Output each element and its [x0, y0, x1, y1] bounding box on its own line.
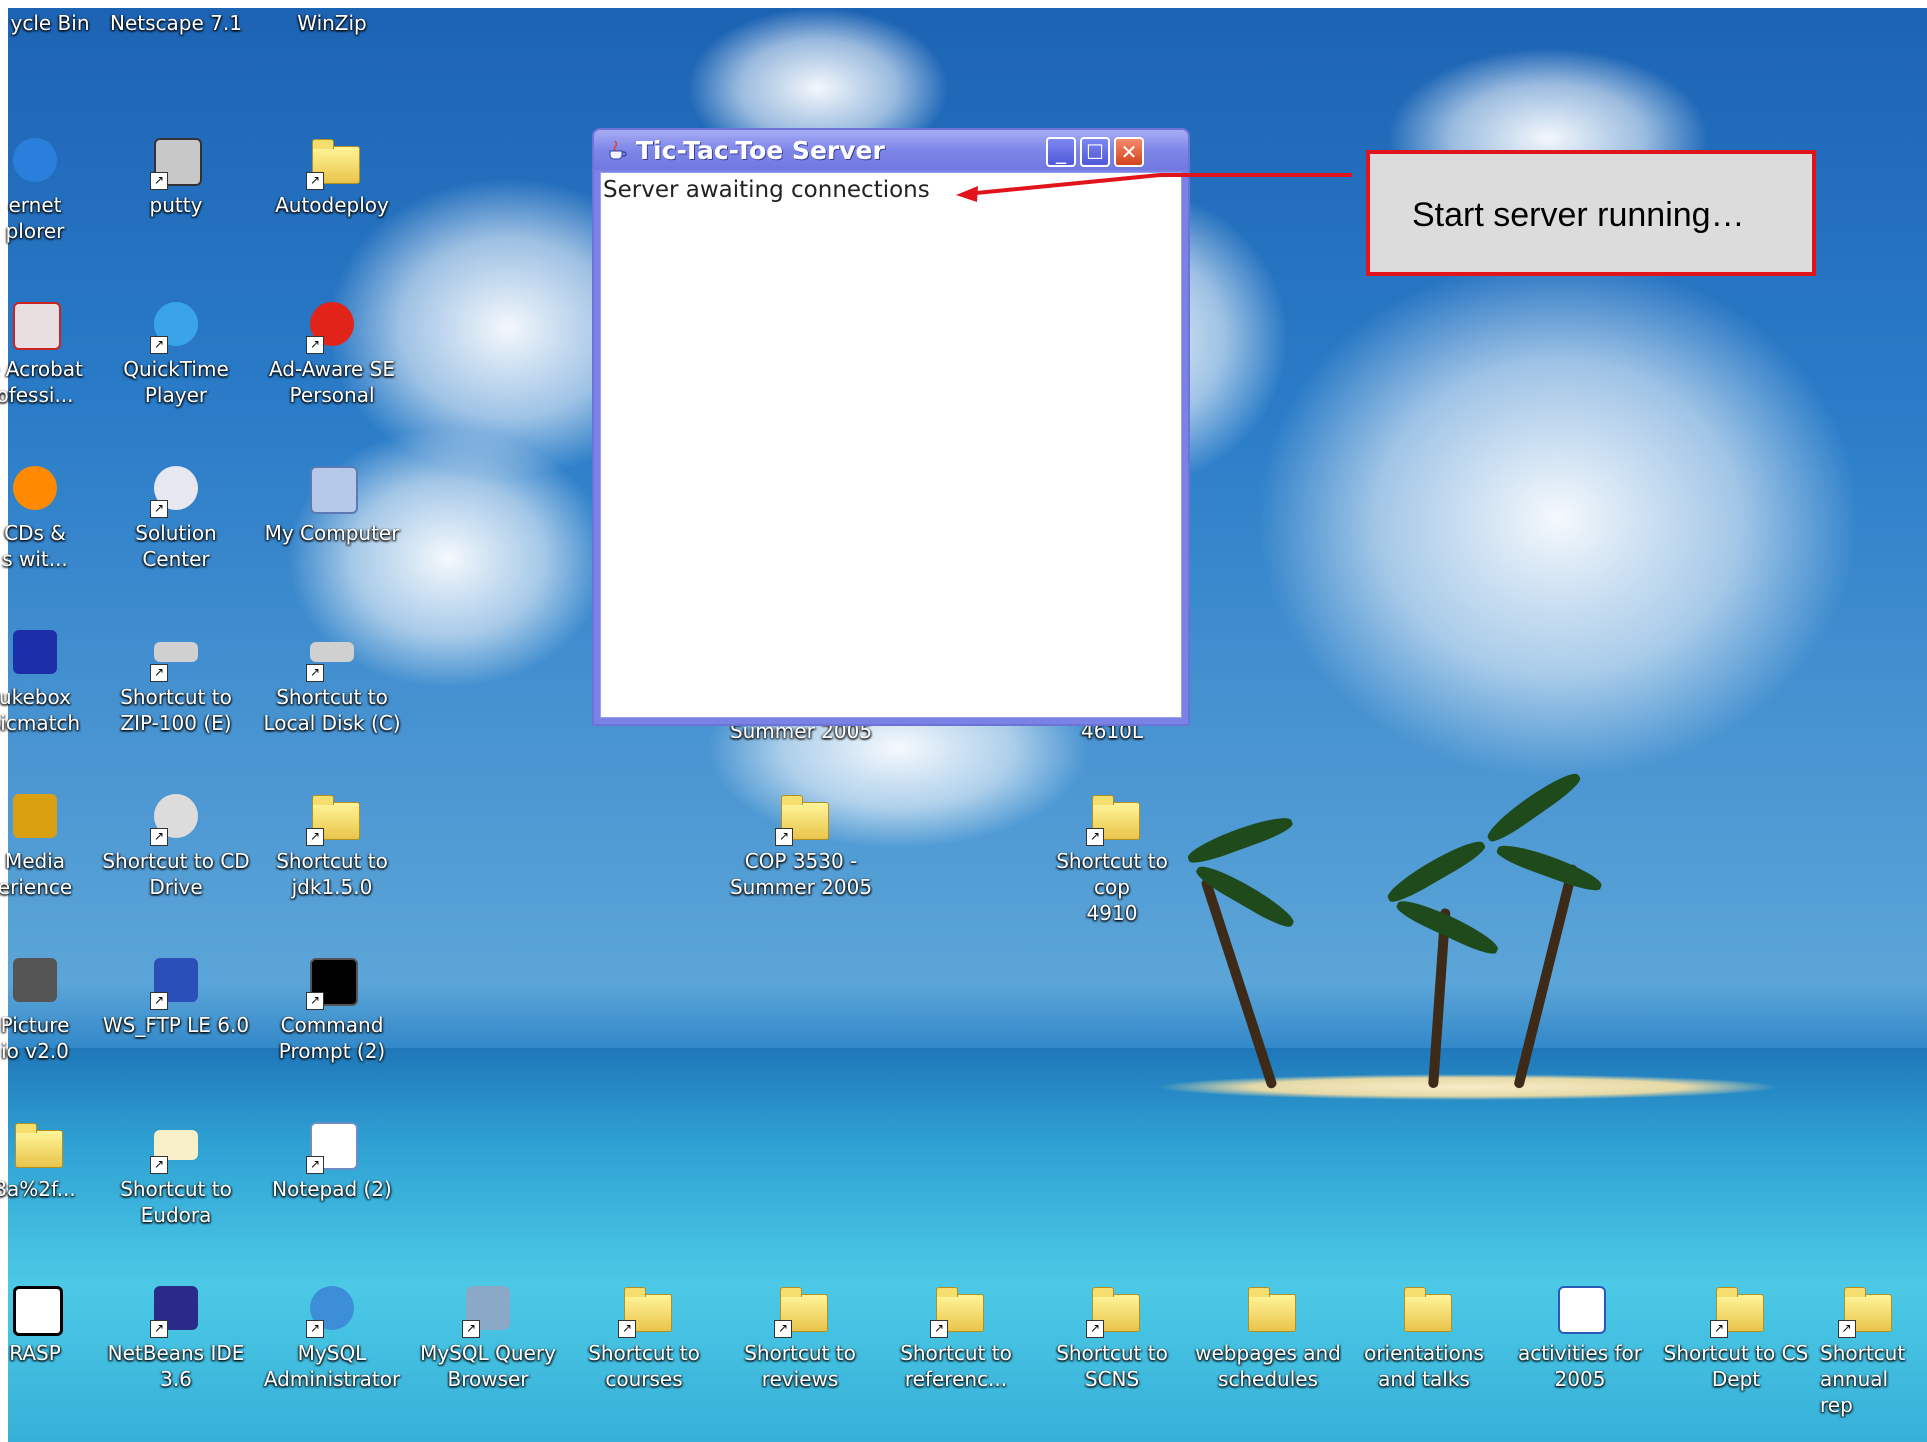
folder-icon: ↗	[1082, 1280, 1142, 1340]
cd-drive-icon: ↗	[146, 788, 206, 848]
desktop-icon-rasp[interactable]: RASP	[0, 1280, 110, 1366]
dell-media-icon	[5, 788, 65, 848]
folder-icon: ↗	[926, 1280, 986, 1340]
envelope-icon: ↗	[146, 1116, 206, 1176]
quicktime-icon: ↗	[146, 296, 206, 356]
camera-icon	[5, 952, 65, 1012]
annotation-text: Start server running…	[1412, 196, 1745, 234]
drive-icon: ↗	[146, 624, 206, 684]
folder-icon: ↗	[770, 1280, 830, 1340]
folder-icon: ↗	[302, 132, 362, 192]
desktop-icon-command-prompt[interactable]: ↗ Command Prompt (2)	[257, 952, 407, 1064]
desktop-icon-cop-3530[interactable]: ↗ COP 3530 - Summer 2005	[726, 788, 876, 900]
folder-icon: ↗	[302, 788, 362, 848]
desktop-icon-my-computer[interactable]: My Computer	[257, 460, 407, 546]
desktop-icon-cds[interactable]: CDs & s wit...	[0, 460, 110, 572]
desktop-icon-winzip[interactable]: WinZip	[257, 10, 407, 36]
desktop-icon-references[interactable]: ↗ Shortcut to referenc...	[881, 1280, 1031, 1392]
desktop-icon-picture-studio[interactable]: Picture io v2.0	[0, 952, 110, 1064]
window-title: Tic-Tac-Toe Server	[636, 136, 885, 165]
desktop-icon-mysql-admin[interactable]: ↗ MySQL Administrator	[257, 1280, 407, 1392]
desktop-icon-zip-drive[interactable]: ↗ Shortcut to ZIP-100 (E)	[101, 624, 251, 736]
folder-icon: ↗	[771, 788, 831, 848]
desktop-icon-putty[interactable]: ↗ putty	[101, 132, 251, 218]
folder-icon	[5, 1116, 65, 1176]
desktop-icon-activities[interactable]: activities for 2005	[1505, 1280, 1655, 1392]
desktop-icon-ad-aware[interactable]: ↗ Ad-Aware SE Personal	[257, 296, 407, 408]
internet-explorer-icon	[5, 132, 65, 192]
computer-icon	[302, 460, 362, 520]
desktop-icon-netbeans[interactable]: ↗ NetBeans IDE 3.6	[101, 1280, 251, 1392]
command-prompt-icon: ↗	[302, 952, 362, 1012]
desktop-icon-courses[interactable]: ↗ Shortcut to courses	[569, 1280, 719, 1392]
minimize-button[interactable]: _	[1046, 137, 1076, 167]
desktop-icon-annual-report[interactable]: ↗ Shortcut annual rep	[1800, 1280, 1927, 1418]
jukebox-icon	[5, 624, 65, 684]
desktop-icon-internet-explorer[interactable]: ernet plorer	[0, 132, 110, 244]
notepad-icon: ↗	[302, 1116, 362, 1176]
close-button[interactable]: ✕	[1114, 137, 1144, 167]
desktop-icon-cop-4910[interactable]: ↗ Shortcut to cop 4910	[1037, 788, 1187, 926]
desktop-icon-jdk[interactable]: ↗ Shortcut to jdk1.5.0	[257, 788, 407, 900]
maximize-button[interactable]: ☐	[1080, 137, 1110, 167]
rasp-icon	[5, 1280, 65, 1340]
desktop-icon-url[interactable]: 3a%2f...	[0, 1116, 110, 1202]
window-titlebar[interactable]: Tic-Tac-Toe Server _ ☐ ✕	[594, 130, 1188, 170]
desktop-icon-solution-center[interactable]: ↗ Solution Center	[101, 460, 251, 572]
server-status-text: Server awaiting connections	[603, 177, 930, 203]
folder-icon: ↗	[614, 1280, 674, 1340]
desktop-icon-local-disk[interactable]: ↗ Shortcut to Local Disk (C)	[257, 624, 407, 736]
desktop-icon-reviews[interactable]: ↗ Shortcut to reviews	[725, 1280, 875, 1392]
desktop-icon-eudora[interactable]: ↗ Shortcut to Eudora	[101, 1116, 251, 1228]
desktop-icon-mysql-query-browser[interactable]: ↗ MySQL Query Browser	[413, 1280, 563, 1392]
desktop-icon-media-experience[interactable]: Media erience	[0, 788, 110, 900]
desktop-icon-acrobat[interactable]: e Acrobat ofessi...	[0, 296, 110, 408]
desktop-icon-notepad[interactable]: ↗ Notepad (2)	[257, 1116, 407, 1202]
desktop-icon-webpages[interactable]: webpages and schedules	[1193, 1280, 1343, 1392]
desktop-icon-cd-drive[interactable]: ↗ Shortcut to CD Drive	[101, 788, 251, 900]
desktop-icon-quicktime[interactable]: ↗ QuickTime Player	[101, 296, 251, 408]
desktop-icon-orientations[interactable]: orientations and talks	[1349, 1280, 1499, 1392]
mysql-admin-icon: ↗	[302, 1280, 362, 1340]
annotation-callout: Start server running…	[1366, 150, 1816, 276]
desktop-icon-scns[interactable]: ↗ Shortcut to SCNS	[1037, 1280, 1187, 1392]
folder-icon: ↗	[1834, 1280, 1894, 1340]
desktop-icon-autodeploy[interactable]: ↗ Autodeploy	[257, 132, 407, 218]
netbeans-icon: ↗	[146, 1280, 206, 1340]
mysql-query-icon: ↗	[458, 1280, 518, 1340]
word-document-icon	[1550, 1280, 1610, 1340]
ftp-icon: ↗	[146, 952, 206, 1012]
folder-icon: ↗	[1706, 1280, 1766, 1340]
cd-burner-icon	[5, 460, 65, 520]
folder-icon	[1394, 1280, 1454, 1340]
putty-icon: ↗	[146, 132, 206, 192]
ad-aware-icon: ↗	[302, 296, 362, 356]
desktop-icon-jukebox[interactable]: ukebox sicmatch	[0, 624, 110, 736]
desktop-icon-cs-dept[interactable]: ↗ Shortcut to CS Dept	[1661, 1280, 1811, 1392]
desktop-icon-netscape[interactable]: Netscape 7.1	[101, 10, 251, 36]
server-output-area[interactable]: Server awaiting connections	[600, 172, 1182, 718]
folder-icon: ↗	[1082, 788, 1142, 848]
dell-icon: ↗	[146, 460, 206, 520]
desktop-icon-ws-ftp[interactable]: ↗ WS_FTP LE 6.0	[101, 952, 251, 1038]
acrobat-icon	[5, 296, 65, 356]
java-cup-icon	[609, 140, 627, 160]
folder-icon	[1238, 1280, 1298, 1340]
tic-tac-toe-server-window[interactable]: Tic-Tac-Toe Server _ ☐ ✕ Server awaiting…	[592, 128, 1190, 726]
drive-icon: ↗	[302, 624, 362, 684]
